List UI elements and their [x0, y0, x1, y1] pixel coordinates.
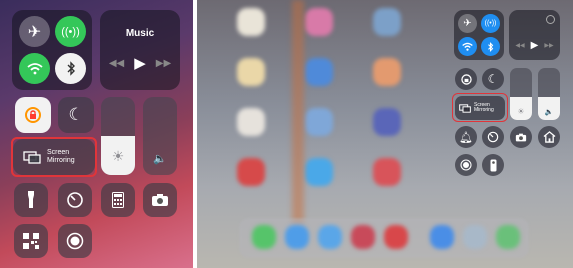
- airplane-mode-button[interactable]: ✈: [458, 14, 477, 33]
- blurred-dock-icon: [318, 225, 342, 249]
- do-not-disturb-button[interactable]: ☾: [482, 68, 504, 90]
- timer-icon: [487, 131, 499, 143]
- flashlight-button[interactable]: [14, 183, 48, 217]
- record-icon: [66, 232, 84, 250]
- camera-button[interactable]: [510, 126, 532, 148]
- orientation-lock-icon: [25, 107, 41, 123]
- blurred-app-icon: [237, 158, 265, 186]
- wifi-hotspot-button[interactable]: ((•)): [481, 14, 500, 33]
- airplay-icon[interactable]: [546, 15, 555, 24]
- orientation-lock-button[interactable]: [15, 97, 51, 133]
- screen-recording-button[interactable]: [455, 154, 477, 176]
- home-icon: [543, 131, 555, 143]
- timer-button[interactable]: [58, 183, 92, 217]
- forward-icon[interactable]: ▶▶: [544, 42, 553, 49]
- music-module[interactable]: Music ◀◀ ▶ ▶▶: [100, 10, 180, 90]
- bluetooth-icon: [67, 61, 75, 76]
- qr-code-icon: [23, 233, 39, 249]
- camera-icon: [152, 194, 168, 206]
- wifi-button[interactable]: [19, 53, 50, 84]
- blurred-dock-icon: [252, 225, 276, 249]
- wifi-button[interactable]: [458, 37, 477, 56]
- bluetooth-icon: [488, 41, 494, 52]
- blurred-app-icon: [373, 108, 401, 136]
- screen-recording-button[interactable]: [58, 224, 92, 258]
- airplane-icon: ✈: [27, 23, 42, 41]
- calculator-button[interactable]: [101, 183, 135, 217]
- flashlight-icon: [28, 191, 34, 208]
- highlight-box: [452, 93, 508, 122]
- play-icon[interactable]: ▶: [531, 40, 539, 51]
- blurred-dock-icon: [430, 225, 454, 249]
- brightness-icon: ☀: [517, 107, 525, 116]
- remote-icon: [490, 159, 496, 171]
- rewind-icon[interactable]: ◀◀: [109, 58, 124, 69]
- highlight-box: [11, 137, 97, 177]
- moon-icon: ☾: [68, 105, 84, 124]
- timer-button[interactable]: [482, 126, 504, 148]
- brightness-slider[interactable]: ☀: [101, 97, 135, 175]
- orientation-lock-icon: [460, 73, 472, 85]
- blurred-app-icon: [305, 158, 333, 186]
- blurred-app-icon: [305, 8, 333, 36]
- blurred-app-icon: [373, 8, 401, 36]
- connectivity-module: ✈ ((•)): [12, 10, 92, 90]
- cellular-icon: ((•)): [61, 25, 80, 38]
- bluetooth-button[interactable]: [481, 37, 500, 56]
- blurred-app-icon: [237, 8, 265, 36]
- volume-slider[interactable]: 🔈: [143, 97, 177, 175]
- music-title: Music: [125, 28, 155, 39]
- silent-mode-button[interactable]: 🔔︎: [455, 126, 477, 148]
- ipad-control-center: ✈ ((•)) ◀◀ ▶ ▶▶ ☾ ☀ 🔈 Screen Mirroring 🔔…: [197, 0, 573, 268]
- blurred-dock-icon: [463, 225, 487, 249]
- apple-tv-remote-button[interactable]: [482, 154, 504, 176]
- brightness-icon: ☀: [111, 148, 125, 164]
- blurred-app-icon: [237, 108, 265, 136]
- home-button[interactable]: [538, 126, 560, 148]
- do-not-disturb-button[interactable]: ☾: [58, 97, 94, 133]
- cellular-data-button[interactable]: ((•)): [55, 16, 86, 47]
- calculator-icon: [112, 192, 124, 208]
- camera-icon: [515, 133, 527, 141]
- camera-button[interactable]: [143, 183, 177, 217]
- wifi-icon: [26, 63, 43, 75]
- blurred-app-icon: [237, 58, 265, 86]
- airplane-mode-button[interactable]: ✈: [19, 16, 50, 47]
- rewind-icon[interactable]: ◀◀: [515, 42, 524, 49]
- blurred-dock-icon: [384, 225, 408, 249]
- blurred-dock-icon: [285, 225, 309, 249]
- blurred-app-icon: [305, 108, 333, 136]
- blurred-dock-icon: [496, 225, 520, 249]
- record-icon: [460, 159, 472, 171]
- blurred-app-icon: [305, 58, 333, 86]
- volume-slider[interactable]: 🔈: [538, 68, 560, 120]
- orientation-lock-button[interactable]: [455, 68, 477, 90]
- volume-icon: 🔈: [544, 109, 554, 116]
- cellular-icon: ((•)): [484, 20, 497, 27]
- volume-icon: 🔈: [153, 153, 167, 165]
- moon-icon: ☾: [487, 72, 499, 86]
- brightness-slider[interactable]: ☀: [510, 68, 532, 120]
- bluetooth-button[interactable]: [55, 53, 86, 84]
- forward-icon[interactable]: ▶▶: [156, 58, 171, 69]
- timer-icon: [67, 192, 83, 208]
- connectivity-module: ✈ ((•)): [454, 10, 504, 60]
- blurred-wallpaper-detail: [292, 0, 304, 225]
- play-icon[interactable]: ▶: [134, 54, 146, 72]
- wifi-icon: [462, 42, 473, 51]
- blurred-app-icon: [373, 58, 401, 86]
- music-module[interactable]: ◀◀ ▶ ▶▶: [509, 10, 560, 60]
- airplane-icon: ✈: [463, 18, 472, 29]
- iphone-control-center: ✈ ((•)) Music ◀◀ ▶ ▶▶ ☾ Screen Mirroring: [0, 0, 193, 268]
- qr-scanner-button[interactable]: [14, 224, 48, 258]
- blurred-dock-icon: [351, 225, 375, 249]
- blurred-app-icon: [373, 158, 401, 186]
- bell-icon: 🔔︎: [459, 131, 473, 144]
